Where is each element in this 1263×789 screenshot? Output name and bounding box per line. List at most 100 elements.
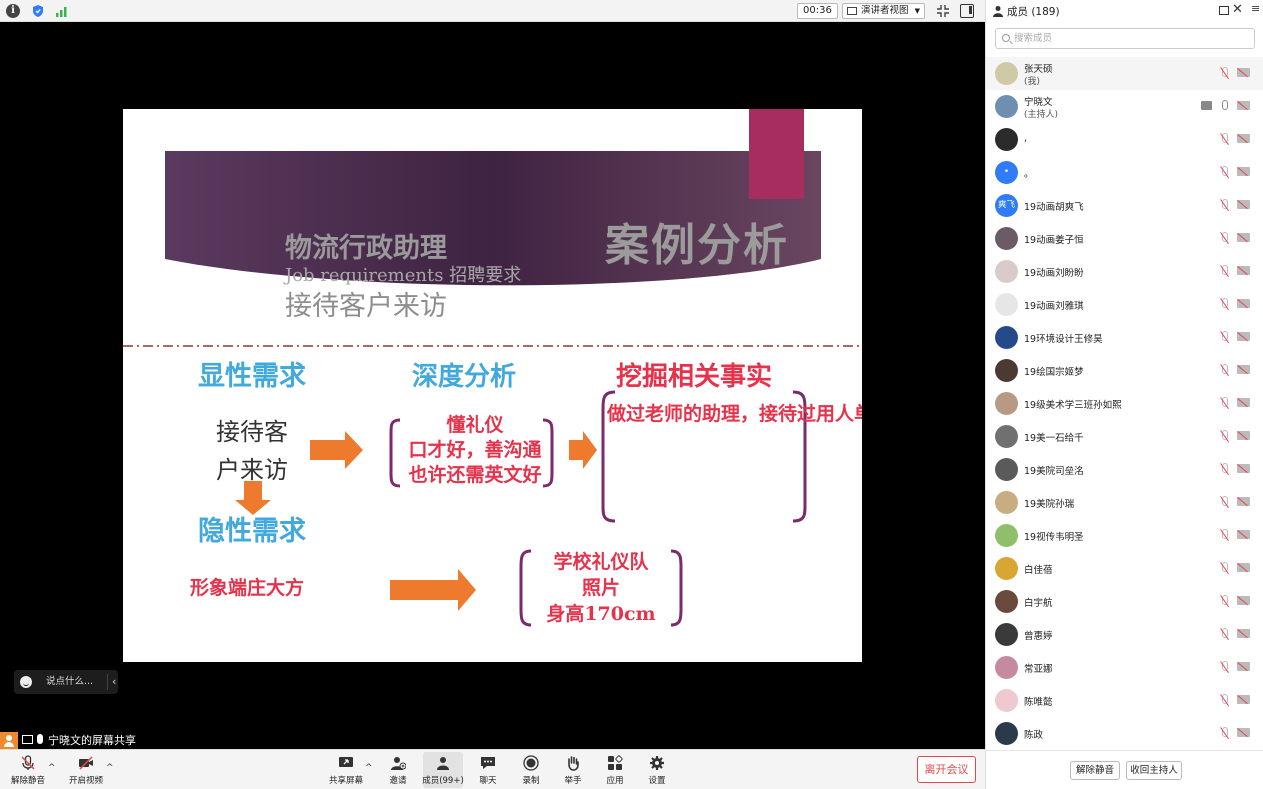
- video-off-icon[interactable]: [1237, 365, 1250, 374]
- microphone-muted-icon[interactable]: [1222, 166, 1228, 176]
- microphone-muted-icon[interactable]: [1222, 463, 1228, 473]
- microphone-muted-icon[interactable]: [1222, 661, 1228, 671]
- member-row[interactable]: ,: [986, 123, 1263, 156]
- menu-icon[interactable]: ≡: [1251, 2, 1260, 15]
- member-name: 19美院孙瑞: [1024, 499, 1075, 510]
- video-off-icon[interactable]: [1237, 728, 1250, 737]
- record-button[interactable]: 录制: [511, 752, 551, 788]
- microphone-muted-icon[interactable]: [1222, 199, 1228, 209]
- chevron-up-icon[interactable]: ^: [48, 763, 56, 773]
- member-row[interactable]: 陈唯懿: [986, 684, 1263, 717]
- member-row[interactable]: 19动画刘雅琪: [986, 288, 1263, 321]
- video-off-icon[interactable]: [1237, 398, 1250, 407]
- video-off-icon[interactable]: [1237, 332, 1250, 341]
- microphone-muted-icon[interactable]: [1222, 265, 1228, 275]
- video-off-icon[interactable]: [1237, 101, 1250, 110]
- video-off-icon[interactable]: [1237, 662, 1250, 671]
- view-mode-label: 演讲者视图: [861, 5, 909, 16]
- video-off-icon[interactable]: [1237, 497, 1250, 506]
- avatar: [995, 260, 1018, 283]
- mute-all-button[interactable]: 解除静音: [1070, 761, 1120, 780]
- popout-icon[interactable]: [1219, 6, 1229, 15]
- member-row[interactable]: 爽飞 19动画胡爽飞: [986, 189, 1263, 222]
- microphone-muted-icon[interactable]: [1222, 298, 1228, 308]
- microphone-muted-icon[interactable]: [1222, 694, 1228, 704]
- member-row[interactable]: 张天硕 (我): [986, 57, 1263, 90]
- microphone-muted-icon[interactable]: [1222, 397, 1228, 407]
- apps-button[interactable]: 应用: [595, 752, 635, 788]
- microphone-muted-icon[interactable]: [1222, 529, 1228, 539]
- start-video-button[interactable]: 开启视频: [66, 752, 106, 788]
- member-row[interactable]: 白宇航: [986, 585, 1263, 618]
- raise-hand-button[interactable]: 举手: [553, 752, 593, 788]
- network-signal-icon[interactable]: [55, 4, 69, 18]
- member-row[interactable]: 19环境设计王修昊: [986, 321, 1263, 354]
- chevron-up-icon[interactable]: ^: [365, 763, 373, 773]
- member-row[interactable]: 19动画刘盼盼: [986, 255, 1263, 288]
- chevron-up-icon[interactable]: ^: [106, 763, 114, 773]
- member-row[interactable]: 19动画姜子恒: [986, 222, 1263, 255]
- video-off-icon[interactable]: [1237, 68, 1250, 77]
- video-off-icon[interactable]: [1237, 200, 1250, 209]
- unmute-button[interactable]: 解除静音: [8, 752, 48, 788]
- member-name: 19动画姜子恒: [1024, 235, 1084, 246]
- microphone-muted-icon[interactable]: [1222, 364, 1228, 374]
- video-off-icon[interactable]: [1237, 629, 1250, 638]
- video-off-icon[interactable]: [1237, 167, 1250, 176]
- side-panel-toggle-icon[interactable]: [960, 4, 974, 18]
- member-row[interactable]: •。: [986, 156, 1263, 189]
- microphone-muted-icon[interactable]: [1222, 331, 1228, 341]
- video-off-icon[interactable]: [1237, 695, 1250, 704]
- member-row[interactable]: 19级美术学三班孙如熙: [986, 387, 1263, 420]
- emoji-icon[interactable]: [20, 676, 32, 688]
- chat-button[interactable]: 聊天: [468, 752, 508, 788]
- video-off-icon[interactable]: [1237, 431, 1250, 440]
- members-button[interactable]: 成员(99+): [422, 752, 464, 788]
- video-off-icon[interactable]: [1237, 233, 1250, 242]
- settings-button[interactable]: 设置: [637, 752, 677, 788]
- exit-fullscreen-icon[interactable]: [936, 4, 950, 18]
- video-off-icon[interactable]: [1237, 134, 1250, 143]
- bracket-photo-left: [519, 549, 532, 627]
- microphone-muted-icon[interactable]: [1222, 67, 1228, 77]
- microphone-muted-icon[interactable]: [1222, 628, 1228, 638]
- leave-meeting-button[interactable]: 离开会议: [917, 756, 976, 783]
- member-row[interactable]: 19美一石给千: [986, 420, 1263, 453]
- member-row[interactable]: 宁晓文 (主持人): [986, 90, 1263, 123]
- video-off-icon[interactable]: [1237, 266, 1250, 275]
- microphone-icon[interactable]: [1222, 100, 1228, 110]
- video-off-icon[interactable]: [1237, 563, 1250, 572]
- chevron-left-icon[interactable]: ‹: [112, 670, 116, 694]
- member-search[interactable]: [995, 28, 1255, 49]
- microphone-muted-icon[interactable]: [1222, 727, 1228, 737]
- microphone-muted-icon[interactable]: [1222, 562, 1228, 572]
- share-screen-button[interactable]: 共享屏幕: [326, 752, 366, 788]
- heading-explicit-needs: 显性需求: [198, 361, 306, 392]
- member-search-input[interactable]: [1014, 31, 1244, 46]
- member-row[interactable]: 陈政: [986, 717, 1263, 750]
- video-off-icon[interactable]: [1237, 299, 1250, 308]
- close-icon[interactable]: ✕: [1232, 2, 1243, 17]
- microphone-muted-icon[interactable]: [1222, 232, 1228, 242]
- member-row[interactable]: 19美院司垒洺: [986, 453, 1263, 486]
- video-off-icon[interactable]: [1237, 596, 1250, 605]
- member-row[interactable]: 19美院孙瑞: [986, 486, 1263, 519]
- info-icon[interactable]: i: [6, 4, 20, 18]
- quick-chat-input[interactable]: 说点什么... ‹: [14, 670, 118, 694]
- member-row[interactable]: 19绘国宗姬梦: [986, 354, 1263, 387]
- video-off-icon[interactable]: [1237, 464, 1250, 473]
- reclaim-host-button[interactable]: 收回主持人: [1126, 761, 1182, 780]
- microphone-muted-icon[interactable]: [1222, 430, 1228, 440]
- member-row[interactable]: 白佳蓓: [986, 552, 1263, 585]
- invite-button[interactable]: 邀请: [378, 752, 418, 788]
- microphone-muted-icon[interactable]: [1222, 595, 1228, 605]
- member-row[interactable]: 曾惠婷: [986, 618, 1263, 651]
- microphone-muted-icon[interactable]: [1222, 496, 1228, 506]
- top-bar: i 00:36 演讲者视图 ▼: [0, 0, 985, 22]
- member-row[interactable]: 19视传韦明圣: [986, 519, 1263, 552]
- video-off-icon[interactable]: [1237, 530, 1250, 539]
- view-mode-select[interactable]: 演讲者视图 ▼: [842, 3, 925, 19]
- microphone-muted-icon[interactable]: [1222, 133, 1228, 143]
- shield-icon[interactable]: [31, 4, 45, 18]
- member-row[interactable]: 常亚娜: [986, 651, 1263, 684]
